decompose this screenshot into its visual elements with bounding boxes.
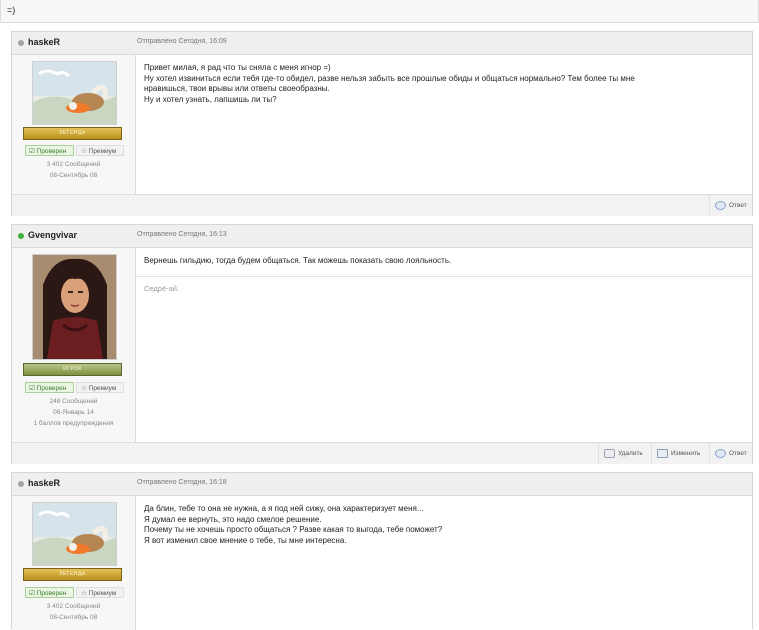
star-icon: ☆: [81, 590, 87, 597]
check-icon: ☑: [29, 148, 35, 155]
forum-post: haskeR Отправлено Сегодня, 16:18 ЛЕГЕНДА…: [11, 472, 753, 630]
post-message: Привет милая, я рад что ты сняла с меня …: [144, 63, 744, 106]
message-line: Да блин, тебе то она не нужна, а я под н…: [144, 504, 424, 513]
forum-post: haskeR Отправлено Сегодня, 16:09 ЛЕГЕНДА…: [11, 31, 753, 216]
message-line: Я вот изменил свое мнение о тебе, ты мне…: [144, 536, 347, 546]
join-date: 06-Январь 14: [53, 409, 94, 416]
avatar-fox-image: [33, 503, 116, 565]
warning-points[interactable]: 1 баллов предупреждения: [12, 420, 135, 427]
post-header: haskeR Отправлено Сегодня, 16:18: [12, 473, 752, 496]
message-line: Ну хотел извиниться если тебя где-то оби…: [144, 73, 635, 83]
reply-label: Ответ: [729, 202, 747, 209]
post-date: Отправлено Сегодня, 16:09: [137, 38, 227, 45]
reply-button[interactable]: Ответ: [709, 443, 752, 464]
author-info-panel: ИГРОК ☑ Проверен ☆ Премиум 248 Сообщений…: [12, 248, 136, 443]
delete-label: Удалить: [618, 450, 643, 457]
verified-label: Проверен: [36, 385, 67, 392]
avatar[interactable]: [32, 61, 117, 125]
verified-label: Проверен: [36, 590, 67, 597]
check-icon: ☑: [29, 590, 35, 597]
messages-count: 3 402 Сообщений: [46, 161, 101, 168]
previous-post-text: =): [7, 5, 16, 15]
post-message: Да блин, тебе то она не нужна, а я под н…: [144, 504, 744, 547]
delete-icon: [604, 448, 615, 458]
post-date: Отправлено Сегодня, 16:13: [137, 231, 227, 238]
check-icon: ☑: [29, 385, 35, 392]
message-line: Почему ты не хочешь просто общаться ? Ра…: [144, 525, 443, 535]
author-name-link[interactable]: Gvengvivar: [28, 230, 77, 240]
rank-badge: ЛЕГЕНДА: [23, 568, 122, 581]
premium-label: Премиум: [88, 385, 117, 392]
message-line: Я думал ее вернуть, это надо смелое реше…: [144, 514, 322, 524]
premium-label: Премиум: [88, 148, 117, 155]
reply-button[interactable]: Ответ: [709, 195, 752, 216]
messages-count: 3 402 Сообщений: [46, 603, 101, 610]
reply-label: Ответ: [729, 450, 747, 457]
avatar[interactable]: [32, 254, 117, 360]
star-icon: ☆: [81, 385, 87, 392]
author-name-link[interactable]: haskeR: [28, 37, 60, 47]
user-signature: Седрё-ай.: [144, 284, 180, 293]
post-body: Вернешь гильдию, тогда будем общаться. Т…: [136, 248, 752, 443]
delete-button[interactable]: Удалить: [598, 443, 651, 464]
status-offline-icon: [18, 481, 24, 487]
previous-post-remnant: =): [0, 0, 759, 23]
avatar[interactable]: [32, 502, 117, 566]
verified-label: Проверен: [36, 148, 67, 155]
message-line: Привет милая, я рад что ты сняла с меня …: [144, 63, 331, 72]
message-line: Вернешь гильдию, тогда будем общаться. Т…: [144, 256, 452, 265]
post-footer: Ответ: [12, 194, 752, 216]
status-offline-icon: [18, 40, 24, 46]
post-footer: Удалить Изменить Ответ: [12, 442, 752, 464]
verified-badge[interactable]: ☑ Проверен: [25, 145, 74, 156]
premium-badge[interactable]: ☆ Премиум: [76, 145, 124, 156]
post-message: Вернешь гильдию, тогда будем общаться. Т…: [144, 256, 744, 267]
message-line: нравишься, твои врывы или ответы своеобр…: [144, 84, 330, 94]
reply-icon: [715, 200, 726, 210]
rank-badge: ЛЕГЕНДА: [23, 127, 122, 140]
edit-button[interactable]: Изменить: [651, 443, 709, 464]
join-date: 08-Сентябрь 08: [49, 614, 98, 621]
author-info-panel: ЛЕГЕНДА ☑ Проверен ☆ Премиум 3 402 Сообщ…: [12, 496, 136, 630]
premium-badge[interactable]: ☆ Премиум: [76, 587, 124, 598]
post-header: haskeR Отправлено Сегодня, 16:09: [12, 32, 752, 55]
rank-badge: ИГРОК: [23, 363, 122, 376]
avatar-fox-image: [33, 62, 116, 124]
edit-icon: [657, 448, 668, 458]
author-name-link[interactable]: haskeR: [28, 478, 60, 488]
post-date: Отправлено Сегодня, 16:18: [137, 479, 227, 486]
star-icon: ☆: [81, 148, 87, 155]
verified-badge[interactable]: ☑ Проверен: [25, 382, 74, 393]
message-line: Ну и хотел узнать, лапшишь ли ты?: [144, 95, 277, 105]
post-body: Да блин, тебе то она не нужна, а я под н…: [136, 496, 752, 630]
verified-badge[interactable]: ☑ Проверен: [25, 587, 74, 598]
reply-icon: [715, 448, 726, 458]
avatar-character-image: [33, 255, 116, 359]
premium-badge[interactable]: ☆ Премиум: [76, 382, 124, 393]
edit-label: Изменить: [671, 450, 701, 457]
premium-label: Премиум: [88, 590, 117, 597]
status-online-icon: [18, 233, 24, 239]
join-date: 08-Сентябрь 08: [49, 172, 98, 179]
post-body: Привет милая, я рад что ты сняла с меня …: [136, 55, 752, 195]
signature-divider: [136, 276, 752, 277]
messages-count: 248 Сообщений: [49, 398, 98, 405]
forum-post: Gvengvivar Отправлено Сегодня, 16:13 ИГР…: [11, 224, 753, 464]
author-info-panel: ЛЕГЕНДА ☑ Проверен ☆ Премиум 3 402 Сообщ…: [12, 55, 136, 195]
post-header: Gvengvivar Отправлено Сегодня, 16:13: [12, 225, 752, 248]
